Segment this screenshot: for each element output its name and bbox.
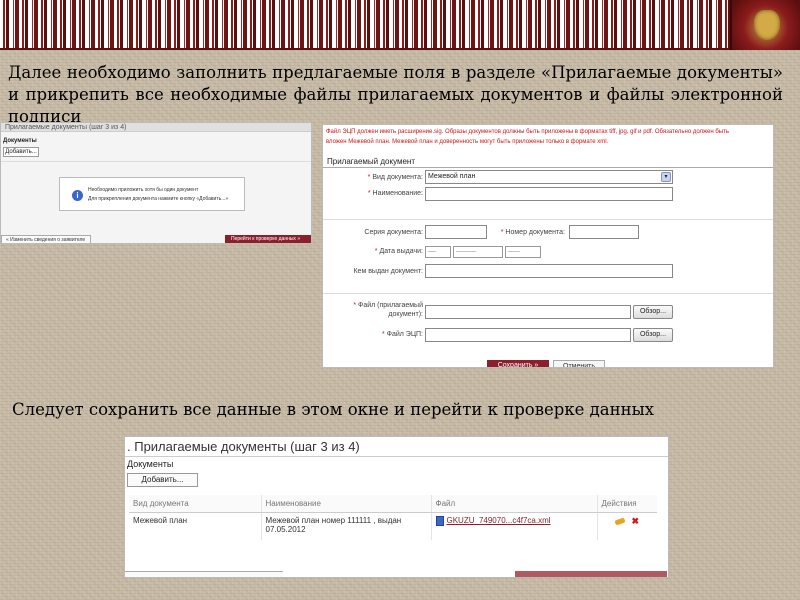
date-day-select[interactable]: ---- — [425, 246, 451, 258]
divider — [1, 161, 311, 162]
divider — [323, 219, 773, 220]
number-label: * Номер документа: — [500, 229, 565, 236]
warning-line-2: Для прикрепления документа нажмите кнопк… — [88, 196, 229, 202]
documents-label: Документы — [3, 138, 37, 144]
warning-line-1: Необходимо приложить хотя бы один докуме… — [88, 187, 199, 193]
back-button-partial[interactable] — [125, 571, 283, 577]
name-input[interactable] — [425, 187, 673, 201]
eagle-emblem-icon — [754, 10, 780, 40]
section-title: Прилагаемый документ — [327, 157, 416, 166]
issuer-label: Кем выдан документ: — [353, 268, 423, 275]
cancel-button[interactable]: Отменить — [553, 360, 605, 367]
series-label: Серия документа: — [364, 229, 423, 236]
documents-table: Вид документа Наименование Файл Действия… — [129, 495, 657, 540]
sig-file-input[interactable] — [425, 328, 631, 342]
divider — [323, 293, 773, 294]
delete-icon[interactable]: ✖ — [631, 516, 639, 526]
table-row: Межевой план Межевой план номер 111111 ,… — [129, 512, 657, 540]
top-banner — [0, 0, 800, 50]
intro-text: Далее необходимо заполнить предлагаемые … — [8, 63, 783, 126]
doc-type-label: * Вид документа: — [367, 174, 423, 181]
file-label: * Файл (прилагаемый документ): — [353, 302, 423, 318]
column-header-doc-type: Вид документа — [129, 495, 262, 513]
file-link[interactable]: GKUZU_749070...c4f7ca.xml — [447, 516, 551, 525]
go-to-check-button[interactable]: Перейти к проверке данных » — [225, 235, 311, 243]
notice-line-2: вложен Межевой план. Межевой план и дове… — [326, 139, 609, 145]
browse-file-button[interactable]: Обзор... — [633, 305, 673, 319]
cell-name: Межевой план номер 111111 , выдан 07.05.… — [261, 512, 432, 540]
add-document-button[interactable]: Добавить... — [127, 473, 198, 487]
dropdown-arrow-icon: ▾ — [661, 172, 671, 182]
page-title: . Прилагаемые документы (шаг 3 из 4) — [125, 437, 668, 457]
save-button[interactable]: Сохранить » — [487, 360, 549, 367]
name-label: * Наименование: — [367, 190, 423, 197]
cell-file: GKUZU_749070...c4f7ca.xml — [431, 512, 598, 540]
date-month-select[interactable]: ---------- — [453, 246, 503, 258]
format-notice: Файл ЭЦП должен иметь расширение.sig. Об… — [323, 127, 773, 147]
column-header-name: Наименование — [261, 495, 432, 513]
sig-file-label: * Файл ЭЦП: — [381, 331, 423, 338]
save-instruction-text: Следует сохранить все данные в этом окне… — [12, 400, 655, 419]
warning-message-text: Необходимо приложить хотя бы один докуме… — [88, 186, 228, 204]
notice-line-1: Файл ЭЦП должен иметь расширение.sig. Об… — [326, 129, 729, 135]
date-year-select[interactable]: ------ — [505, 246, 541, 258]
doc-type-select[interactable]: Межевой план ▾ — [425, 170, 673, 184]
next-button-partial[interactable] — [515, 571, 667, 577]
back-to-applicant-button[interactable]: « Изменить сведения о заявителе — [1, 235, 91, 243]
column-header-actions: Действия — [597, 495, 657, 513]
cell-actions: ✖ — [597, 512, 657, 540]
documents-step-panel: Прилагаемые документы (шаг 3 из 4) Докум… — [0, 122, 312, 244]
panel-header: Прилагаемые документы (шаг 3 из 4) — [1, 123, 311, 132]
divider — [323, 167, 773, 168]
column-header-file: Файл — [431, 495, 598, 513]
edit-pencil-icon[interactable] — [614, 516, 627, 526]
browse-sig-button[interactable]: Обзор... — [633, 328, 673, 342]
xml-file-icon — [435, 515, 444, 526]
info-icon: i — [72, 190, 83, 201]
warning-message-box: i Необходимо приложить хотя бы один доку… — [59, 177, 245, 211]
emblem-logo — [730, 0, 800, 50]
date-label: * Дата выдачи: — [374, 248, 423, 255]
number-input[interactable] — [569, 225, 639, 239]
add-document-button[interactable]: Добавить... — [3, 147, 39, 157]
documents-label: Документы — [127, 459, 174, 469]
issuer-input[interactable] — [425, 264, 673, 278]
table-header-row: Вид документа Наименование Файл Действия — [129, 495, 657, 513]
cell-doc-type: Межевой план — [129, 512, 262, 540]
attached-document-form: Файл ЭЦП должен иметь расширение.sig. Об… — [322, 124, 774, 368]
documents-table-panel: . Прилагаемые документы (шаг 3 из 4) Док… — [124, 436, 669, 578]
file-input[interactable] — [425, 305, 631, 319]
